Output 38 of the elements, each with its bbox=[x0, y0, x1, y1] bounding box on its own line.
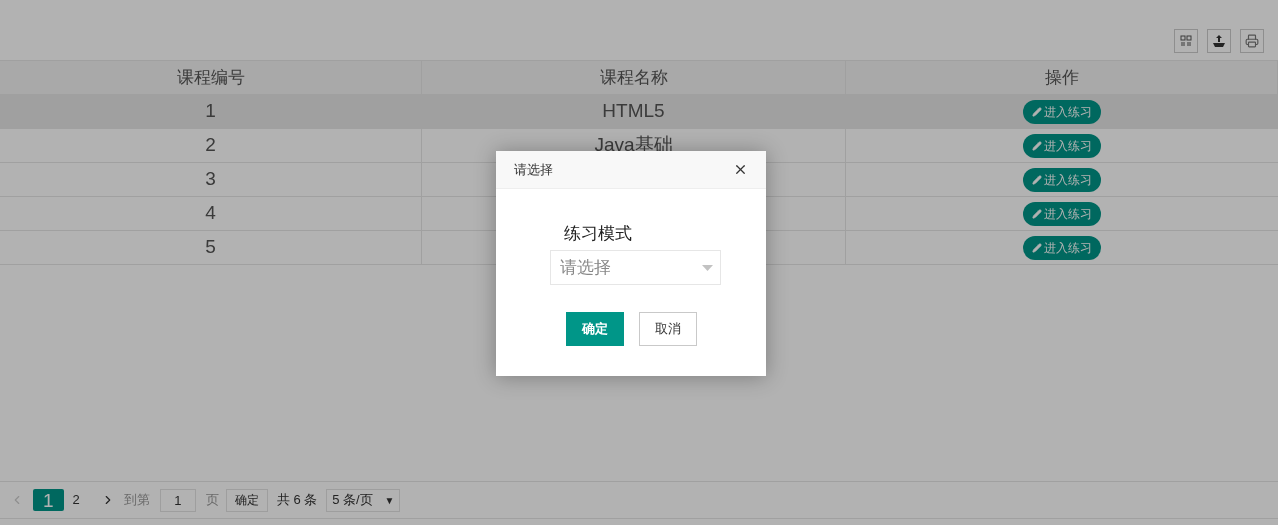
page-input[interactable]: 1 bbox=[159, 488, 196, 512]
table-cell-text: 5 bbox=[205, 235, 216, 260]
practice-button[interactable]: 进入练习 bbox=[1023, 201, 1101, 226]
practice-button[interactable]: 进入练习 bbox=[1023, 235, 1101, 260]
tray-arrow-icon bbox=[1212, 34, 1226, 48]
page-button[interactable]: 1 bbox=[33, 489, 64, 511]
page-unit-label: 页 bbox=[205, 491, 219, 510]
dialog-button[interactable]: 确定 bbox=[565, 312, 624, 346]
close-icon[interactable] bbox=[733, 162, 748, 177]
table-cell-text: 2 bbox=[205, 133, 216, 158]
print-icon bbox=[1245, 34, 1259, 48]
pencil-icon bbox=[1032, 140, 1042, 151]
page-size-select[interactable]: 5 条/页 ▼ bbox=[326, 488, 401, 512]
page-button[interactable]: 2 bbox=[63, 489, 89, 511]
column-header: 课程编号 bbox=[0, 61, 422, 94]
dialog-title: 请选择 bbox=[514, 160, 553, 179]
table-cell-text: 1 bbox=[205, 99, 216, 124]
print-button[interactable] bbox=[1240, 29, 1264, 53]
pencil-icon bbox=[1032, 242, 1042, 253]
column-header: 操作 bbox=[846, 61, 1278, 94]
pencil-icon bbox=[1032, 106, 1042, 117]
total-count: 共 6 条 bbox=[276, 491, 318, 510]
goto-label: 到第 bbox=[123, 491, 150, 510]
dialog-button[interactable]: 取消 bbox=[638, 312, 697, 346]
export-button[interactable] bbox=[1207, 29, 1231, 53]
go-button[interactable]: 确定 bbox=[225, 488, 268, 512]
practice-button[interactable]: 进入练习 bbox=[1023, 167, 1101, 192]
table-cell-text: 4 bbox=[205, 201, 216, 226]
practice-button[interactable]: 进入练习 bbox=[1023, 133, 1101, 158]
columns-icon bbox=[1180, 35, 1192, 47]
table-cell-text: 3 bbox=[205, 167, 216, 192]
select-field[interactable]: 请选择 bbox=[550, 250, 721, 285]
field-label: 练习模式 bbox=[563, 223, 633, 245]
column-header: 课程名称 bbox=[422, 61, 846, 94]
pencil-icon bbox=[1032, 174, 1042, 185]
pencil-icon bbox=[1032, 208, 1042, 219]
table-cell-text: HTML5 bbox=[602, 99, 665, 124]
practice-button[interactable]: 进入练习 bbox=[1023, 99, 1101, 124]
